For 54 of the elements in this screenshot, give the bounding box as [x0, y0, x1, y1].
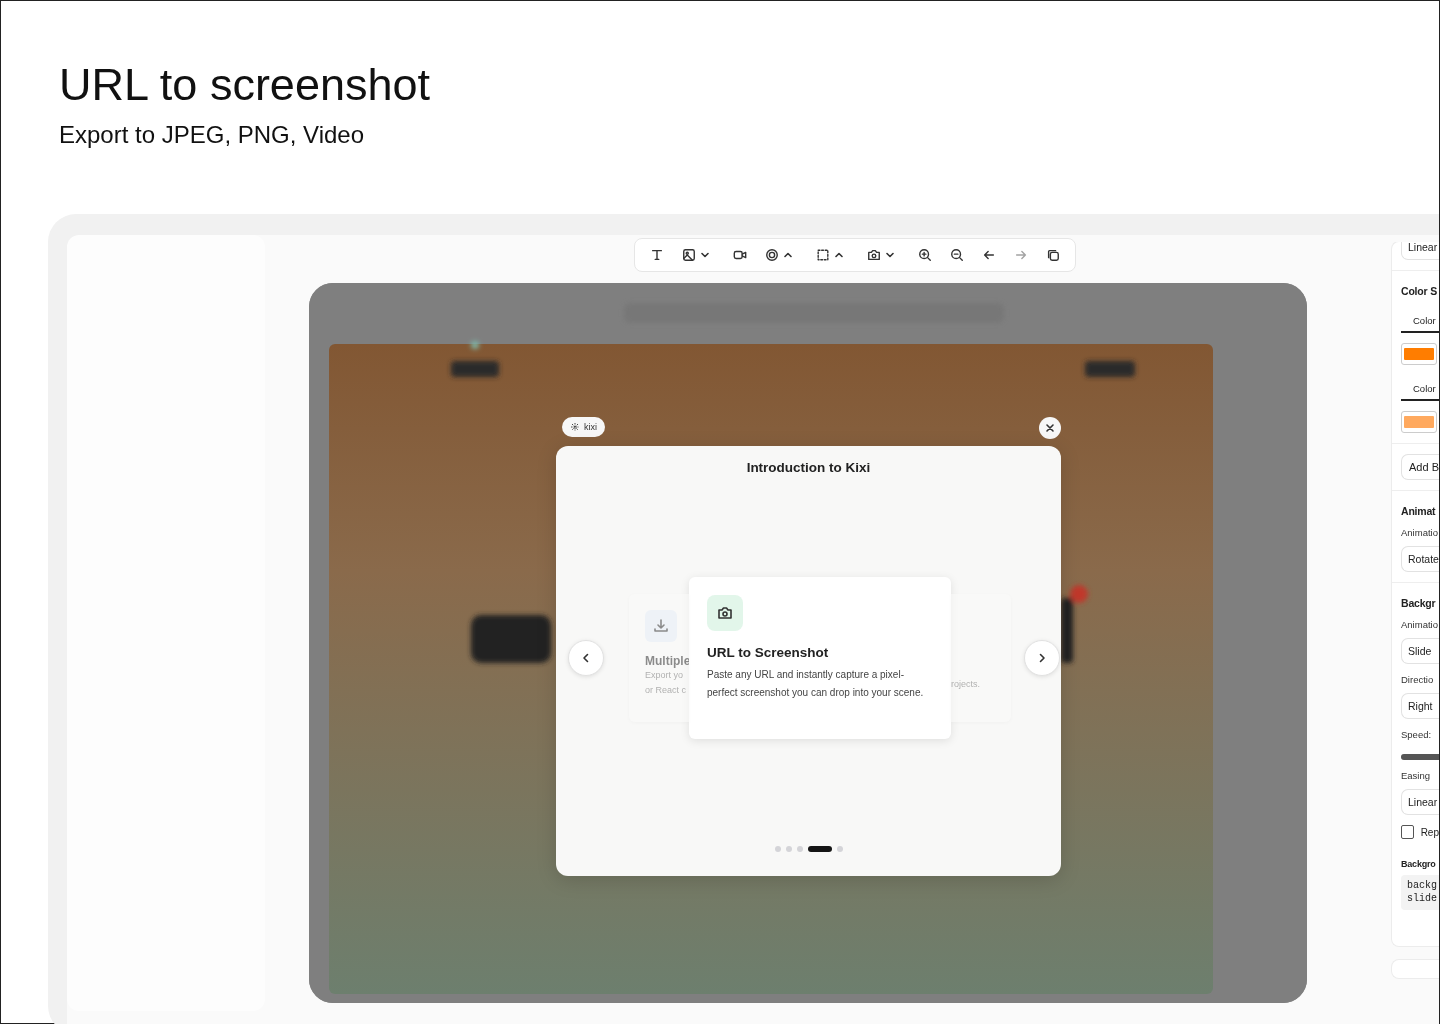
card-description: Paste any URL and instantly capture a pixel-perfect screenshot you can drop into your scene.	[707, 668, 925, 700]
close-icon	[1045, 423, 1055, 433]
camera-icon	[717, 605, 733, 621]
zoom-in-icon	[918, 248, 932, 262]
code-block: backg slide	[1401, 875, 1439, 910]
zoom-out-icon	[950, 248, 964, 262]
dropdown[interactable]: Linear	[1401, 789, 1439, 815]
chevron-left-icon	[581, 653, 591, 663]
copy-icon	[1046, 248, 1060, 262]
arrow-left-icon	[982, 248, 996, 262]
kixi-badge: kixi	[562, 417, 605, 437]
page-dot[interactable]	[796, 846, 803, 852]
sparkle-icon	[570, 422, 580, 432]
field-label: Backgro	[1401, 859, 1437, 869]
caret-down-icon	[701, 252, 709, 258]
dropdown[interactable]: Linear	[1401, 242, 1439, 260]
video-camera-icon	[733, 248, 747, 262]
card-description-line: or React c	[645, 684, 687, 697]
card-description-line: rojects.	[951, 678, 981, 691]
page-dot[interactable]	[785, 846, 792, 852]
chevron-right-icon	[1037, 653, 1047, 663]
page-title: URL to screenshot	[59, 59, 431, 111]
image-icon	[682, 248, 696, 262]
arrow-right-icon	[1014, 248, 1028, 262]
add-button[interactable]: Add B	[1401, 454, 1439, 480]
dropdown[interactable]: Right	[1401, 693, 1439, 719]
section-heading: Color S	[1401, 285, 1438, 297]
selection-icon	[816, 248, 830, 262]
field-label: Speed:	[1401, 729, 1433, 740]
field-label: Directio	[1401, 674, 1435, 685]
page-subtitle: Export to JPEG, PNG, Video	[59, 121, 366, 149]
caret-up-icon	[784, 252, 792, 258]
dropdown[interactable]: Slide	[1401, 638, 1439, 664]
camera-icon	[867, 248, 881, 262]
page-dot[interactable]	[774, 846, 781, 852]
caret-down-icon	[886, 252, 894, 258]
download-icon	[653, 618, 669, 634]
dialog-title: Introduction to Kixi	[746, 460, 871, 475]
checkbox-label: Rep	[1420, 826, 1439, 838]
field-label: Easing	[1401, 770, 1432, 781]
text-icon	[650, 248, 664, 262]
section-heading: Animat	[1401, 505, 1437, 517]
color-tab[interactable]: Color	[1401, 315, 1439, 333]
section-heading: Backgr	[1401, 597, 1437, 609]
checkbox[interactable]	[1401, 825, 1414, 839]
caret-up-icon	[835, 252, 843, 258]
page-dot[interactable]	[836, 846, 843, 852]
field-label: Animatio	[1401, 527, 1439, 538]
target-icon	[765, 248, 779, 262]
card-description-line: Export yo	[645, 669, 685, 682]
color-tab[interactable]: Color	[1401, 383, 1439, 401]
dropdown[interactable]: Rotate	[1401, 546, 1439, 572]
card-title: URL to Screenshot	[707, 645, 830, 660]
field-label: Animatio	[1401, 619, 1439, 630]
